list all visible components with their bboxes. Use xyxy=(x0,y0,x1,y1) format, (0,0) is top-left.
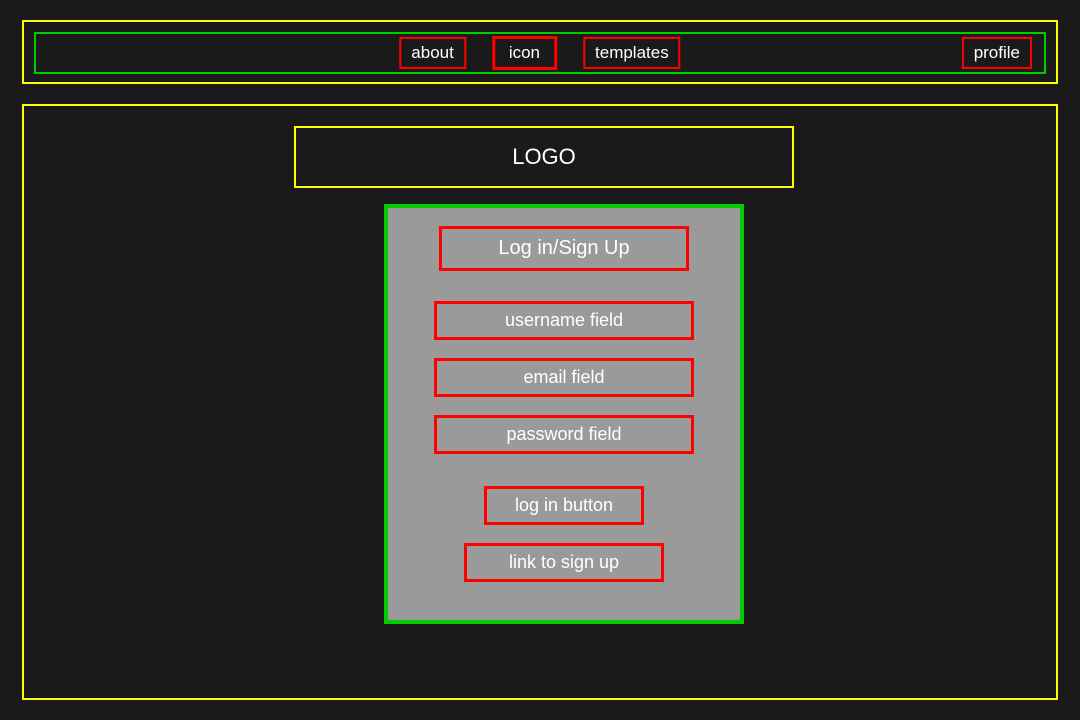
password-field[interactable]: password field xyxy=(434,415,694,454)
logo: LOGO xyxy=(294,126,794,188)
login-signup-panel: Log in/Sign Up username field email fiel… xyxy=(384,204,744,624)
login-button[interactable]: log in button xyxy=(484,486,644,525)
username-field[interactable]: username field xyxy=(434,301,694,340)
signup-link[interactable]: link to sign up xyxy=(464,543,664,582)
header-outer: about icon templates profile xyxy=(22,20,1058,84)
email-field[interactable]: email field xyxy=(434,358,694,397)
nav-profile[interactable]: profile xyxy=(962,37,1032,69)
nav-templates[interactable]: templates xyxy=(583,37,681,69)
nav-right: profile xyxy=(962,37,1032,69)
header-inner: about icon templates profile xyxy=(34,32,1046,74)
nav-icon[interactable]: icon xyxy=(492,36,557,70)
nav-center: about icon templates xyxy=(399,36,680,70)
form-title: Log in/Sign Up xyxy=(439,226,689,271)
nav-about[interactable]: about xyxy=(399,37,466,69)
main-area: LOGO Log in/Sign Up username field email… xyxy=(22,104,1058,700)
